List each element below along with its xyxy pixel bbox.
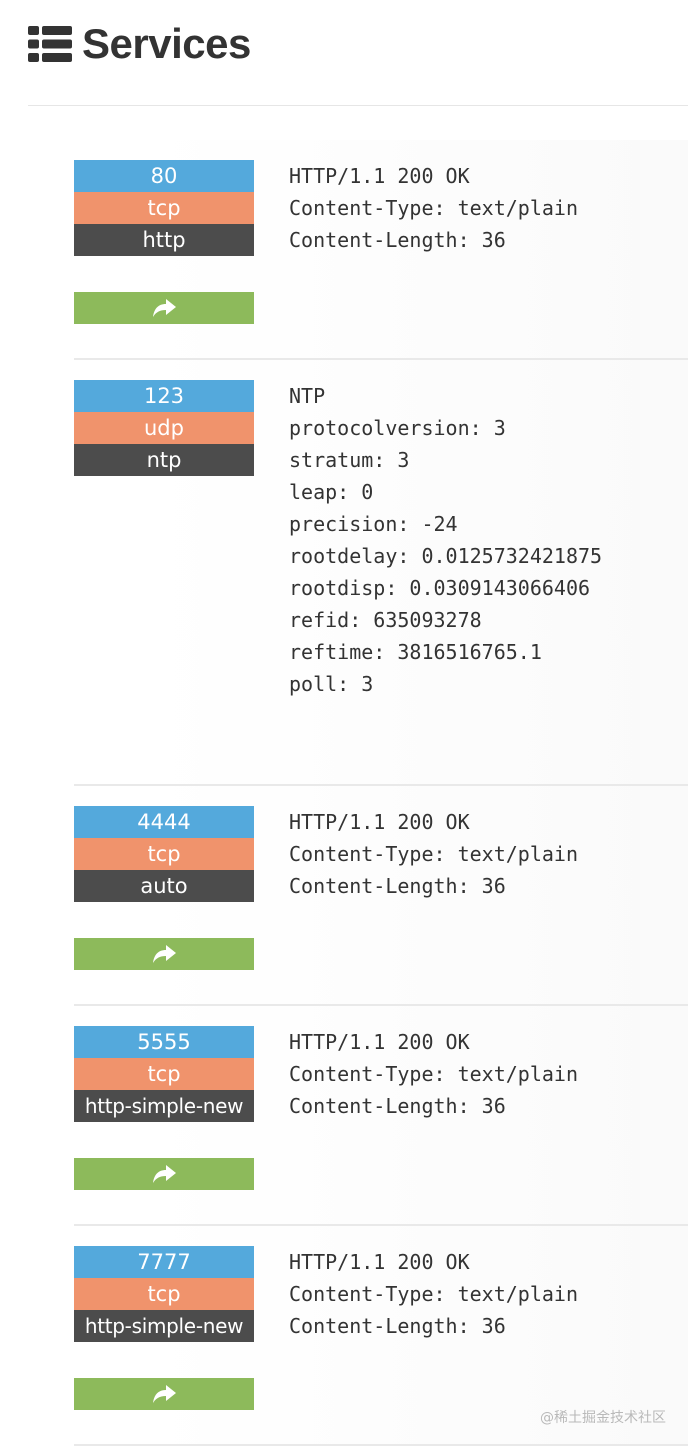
banner-line: HTTP/1.1 200 OK — [289, 164, 470, 188]
banner-line: Content-Length: 36 — [289, 228, 506, 252]
banner-line: HTTP/1.1 200 OK — [289, 810, 470, 834]
port-badge: 4444 — [74, 806, 254, 838]
port-badge: 5555 — [74, 1026, 254, 1058]
service-banner: NTP protocolversion: 3 stratum: 3 leap: 0 pr… — [289, 380, 688, 784]
protocol-badge: tcp — [74, 192, 254, 224]
service-name-badge: http-simple-new — [74, 1310, 254, 1342]
page-header: Services — [28, 18, 251, 70]
service-item: 5555 tcp http-simple-new HTTP/1.1 200 OK Con… — [74, 1006, 688, 1226]
banner-line: Content-Length: 36 — [289, 1094, 506, 1118]
open-service-button[interactable] — [74, 1378, 254, 1410]
banner-line: rootdisp: 0.0309143066406 — [289, 576, 591, 600]
service-tags: 4444 tcp auto — [74, 806, 254, 1004]
list-icon — [28, 26, 72, 62]
service-name-badge: http — [74, 224, 254, 256]
service-name-badge: http-simple-new — [74, 1090, 254, 1122]
banner-line: refid: 635093278 — [289, 608, 482, 632]
service-item: 123 udp ntp NTP protocolversion: 3 stratum: 3… — [74, 360, 688, 786]
banner-line: protocolversion: 3 — [289, 416, 506, 440]
service-item: 4444 tcp auto HTTP/1.1 200 OK Content-Type: … — [74, 786, 688, 1006]
protocol-badge: tcp — [74, 1058, 254, 1090]
service-item: 80 tcp http HTTP/1.1 200 OK Content-Type: te… — [74, 140, 688, 360]
watermark: @稀土掘金技术社区 — [540, 1410, 666, 1426]
banner-line: Content-Type: text/plain — [289, 842, 578, 866]
protocol-badge: tcp — [74, 1278, 254, 1310]
banner-line: Content-Length: 36 — [289, 874, 506, 898]
service-banner: HTTP/1.1 200 OK Content-Type: text/plain C… — [289, 160, 688, 358]
banner-line: rootdelay: 0.0125732421875 — [289, 544, 603, 568]
banner-line: stratum: 3 — [289, 448, 410, 472]
banner-line: reftime: 3816516765.1 — [289, 640, 542, 664]
service-tags: 123 udp ntp — [74, 380, 254, 784]
header-divider — [28, 105, 688, 106]
service-banner: HTTP/1.1 200 OK Content-Type: text/plain C… — [289, 1026, 688, 1224]
banner-line: leap: 0 — [289, 480, 374, 504]
port-badge: 123 — [74, 380, 254, 412]
service-tags: 7777 tcp http-simple-new — [74, 1246, 254, 1444]
banner-line: Content-Type: text/plain — [289, 196, 578, 220]
banner-line: HTTP/1.1 200 OK — [289, 1250, 470, 1274]
service-tags: 5555 tcp http-simple-new — [74, 1026, 254, 1224]
protocol-badge: udp — [74, 412, 254, 444]
banner-line: poll: 3 — [289, 672, 374, 696]
open-service-button[interactable] — [74, 1158, 254, 1190]
share-icon — [153, 945, 176, 963]
services-list: 80 tcp http HTTP/1.1 200 OK Content-Type: te… — [74, 140, 688, 1446]
share-icon — [153, 299, 176, 317]
banner-line: Content-Type: text/plain — [289, 1282, 578, 1306]
banner-line: Content-Length: 36 — [289, 1314, 506, 1338]
banner-line: precision: -24 — [289, 512, 458, 536]
banner-line: Content-Type: text/plain — [289, 1062, 578, 1086]
service-tags: 80 tcp http — [74, 160, 254, 358]
banner-line: HTTP/1.1 200 OK — [289, 1030, 470, 1054]
protocol-badge: tcp — [74, 838, 254, 870]
page-title: Services — [82, 20, 251, 67]
share-icon — [153, 1165, 176, 1183]
service-banner: HTTP/1.1 200 OK Content-Type: text/plain C… — [289, 806, 688, 1004]
open-service-button[interactable] — [74, 292, 254, 324]
port-badge: 80 — [74, 160, 254, 192]
open-service-button[interactable] — [74, 938, 254, 970]
service-name-badge: ntp — [74, 444, 254, 476]
service-name-badge: auto — [74, 870, 254, 902]
share-icon — [153, 1385, 176, 1403]
banner-line: NTP — [289, 384, 326, 408]
port-badge: 7777 — [74, 1246, 254, 1278]
